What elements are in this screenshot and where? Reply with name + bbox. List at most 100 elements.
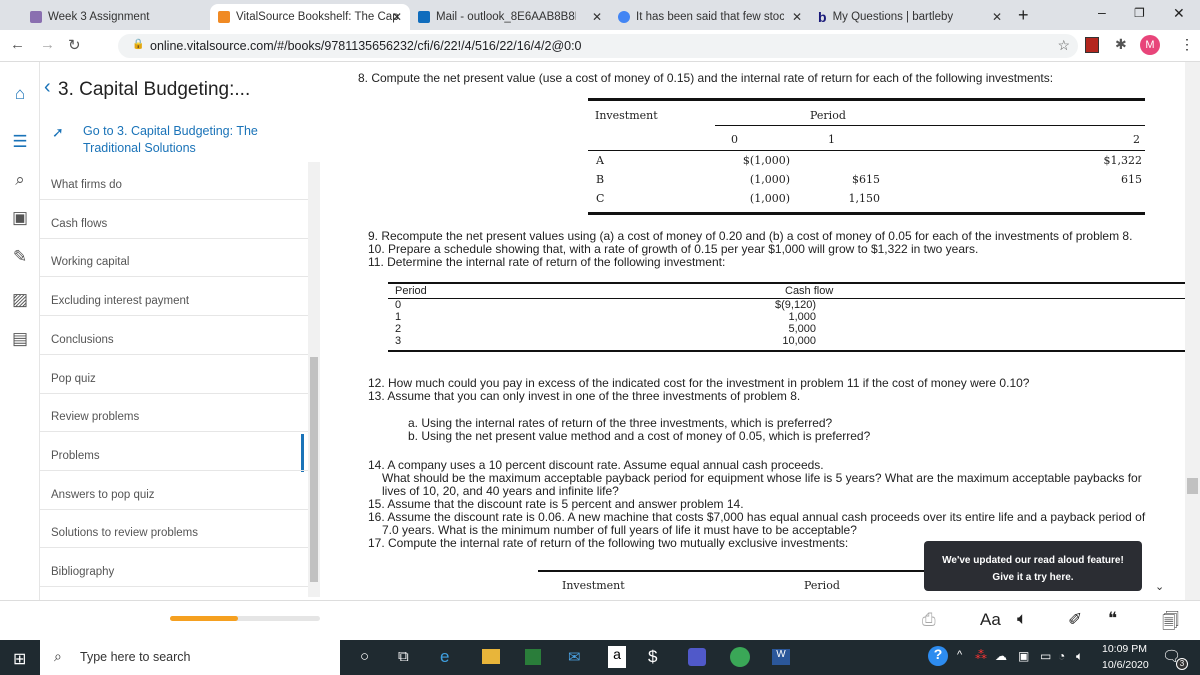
amazon-icon[interactable]: a bbox=[608, 646, 626, 668]
extensions-puzzle-icon[interactable]: ✱ bbox=[1115, 36, 1127, 53]
image-icon[interactable]: ▨ bbox=[10, 290, 30, 310]
clock-time[interactable]: 10:09 PM bbox=[1102, 643, 1147, 655]
tab-favicon-icon bbox=[618, 11, 630, 23]
period-header: 1 bbox=[828, 133, 835, 146]
reload-icon[interactable]: ↻ bbox=[68, 36, 81, 54]
share-link-icon[interactable]: 🗐︎ bbox=[1162, 609, 1179, 638]
tab-title: Week 3 Assignment bbox=[48, 11, 150, 23]
content-scrollbar[interactable] bbox=[1185, 62, 1200, 600]
citation-quote-icon[interactable]: ❝ bbox=[1108, 609, 1117, 629]
table-cell: 615 bbox=[1121, 173, 1142, 186]
sidebar-scrollbar[interactable] bbox=[308, 162, 320, 597]
tab-vitalsource[interactable]: VitalSource Bookshelf: The Cap ✕ bbox=[210, 4, 410, 30]
store-icon[interactable] bbox=[525, 649, 541, 665]
toc-item[interactable]: Bibliography bbox=[51, 566, 114, 578]
home-icon[interactable]: ⌂ bbox=[10, 84, 30, 104]
restore-icon[interactable]: ❐ bbox=[1134, 6, 1145, 20]
back-icon[interactable]: ← bbox=[10, 36, 25, 53]
windows-taskbar: ⊞ ⌕ Type here to search ○ ⧉ e ✉ a $ W ? ^… bbox=[0, 640, 1200, 675]
toc-item[interactable]: Solutions to review problems bbox=[51, 527, 198, 539]
close-tab-icon[interactable]: ✕ bbox=[392, 10, 402, 24]
taskbar-search-input[interactable]: ⌕ Type here to search bbox=[40, 640, 340, 675]
divider bbox=[40, 353, 308, 355]
period-header: 0 bbox=[731, 133, 738, 146]
toc-item[interactable]: Excluding interest payment bbox=[51, 295, 189, 307]
close-tab-icon[interactable]: ✕ bbox=[592, 10, 602, 24]
tab-title: It has been said that few stock bbox=[636, 11, 784, 23]
file-explorer-icon[interactable] bbox=[482, 649, 500, 664]
table-cell: $615 bbox=[852, 173, 880, 186]
chrome-icon[interactable] bbox=[730, 647, 750, 667]
bookmark-icon[interactable]: ▣ bbox=[10, 208, 30, 228]
minimize-icon[interactable]: – bbox=[1098, 4, 1106, 20]
divider bbox=[40, 237, 308, 239]
toc-list-icon[interactable]: ☰ bbox=[10, 132, 30, 152]
close-window-icon[interactable]: ✕ bbox=[1173, 5, 1185, 22]
cortana-icon[interactable]: ○ bbox=[360, 648, 369, 665]
task-view-icon[interactable]: ⧉ bbox=[398, 648, 409, 665]
divider bbox=[40, 508, 308, 510]
problem-11: 11. Determine the internal rate of retur… bbox=[368, 255, 726, 269]
goto-arrow-icon: ➚ bbox=[52, 124, 64, 140]
tab-google[interactable]: It has been said that few stock ✕ bbox=[610, 4, 810, 30]
help-icon[interactable]: ? bbox=[928, 646, 948, 666]
lock-icon: 🔒 bbox=[132, 39, 145, 50]
url-field[interactable]: 🔒 online.vitalsource.com/#/books/97811356… bbox=[118, 34, 1078, 58]
search-icon[interactable]: ⌕ bbox=[10, 170, 30, 190]
highlighter-icon[interactable]: ✐ bbox=[1068, 610, 1082, 630]
toc-item[interactable]: Review problems bbox=[51, 411, 139, 423]
battery-icon[interactable]: ▭ bbox=[1040, 649, 1051, 663]
profile-avatar[interactable]: M bbox=[1140, 35, 1160, 55]
volume-icon[interactable]: 🔈︎ bbox=[1076, 649, 1083, 664]
reading-progress-bar[interactable] bbox=[170, 616, 320, 621]
table-cell: (1,000) bbox=[749, 192, 790, 205]
tray-display-icon[interactable]: ▣ bbox=[1018, 649, 1029, 663]
toc-item[interactable]: What firms do bbox=[51, 179, 122, 191]
goto-chapter-link[interactable]: Go to 3. Capital Budgeting: The Traditio… bbox=[83, 123, 293, 157]
pdf-extension-icon[interactable] bbox=[1085, 37, 1099, 53]
toc-item[interactable]: Cash flows bbox=[51, 218, 107, 230]
edge-icon[interactable]: e bbox=[440, 647, 449, 667]
chevron-down-icon[interactable]: ⌄ bbox=[1155, 580, 1164, 593]
divider bbox=[40, 469, 308, 471]
back-chevron-icon[interactable]: ‹ bbox=[44, 76, 51, 99]
close-tab-icon[interactable]: ✕ bbox=[992, 10, 1002, 24]
forward-icon[interactable]: → bbox=[40, 36, 55, 53]
highlights-icon[interactable]: ✎ bbox=[10, 247, 30, 267]
wifi-icon[interactable]: ◔ bbox=[1058, 649, 1065, 663]
toc-sidebar: ‹ 3. Capital Budgeting:... ➚ Go to 3. Ca… bbox=[40, 62, 320, 600]
col-period: Period bbox=[804, 579, 840, 592]
problem-13b: b. Using the net present value method an… bbox=[408, 429, 871, 443]
tray-chevron-icon[interactable]: ^ bbox=[957, 649, 962, 661]
toc-item[interactable]: Pop quiz bbox=[51, 373, 96, 385]
tray-app-icon[interactable]: ⁂ bbox=[975, 648, 987, 662]
print-icon[interactable]: ⎙ bbox=[922, 610, 936, 630]
url-text: online.vitalsource.com/#/books/978113565… bbox=[150, 39, 582, 53]
read-aloud-speaker-icon[interactable]: 🔈︎ bbox=[1017, 609, 1027, 629]
tab-week3[interactable]: Week 3 Assignment✕ bbox=[22, 4, 227, 30]
tab-bartleby[interactable]: b My Questions | bartleby ✕ bbox=[810, 4, 1010, 30]
app-icon[interactable]: $ bbox=[648, 647, 657, 667]
toc-item[interactable]: Working capital bbox=[51, 256, 129, 268]
toc-item[interactable]: Problems bbox=[51, 450, 100, 462]
tab-mail[interactable]: Mail - outlook_8E6AAB8B8EB6 ✕ bbox=[410, 4, 610, 30]
divider bbox=[40, 392, 308, 394]
tab-favicon-icon: b bbox=[818, 9, 827, 25]
toc-item[interactable]: Conclusions bbox=[51, 334, 114, 346]
new-tab-icon[interactable]: + bbox=[1018, 5, 1029, 26]
bookmark-star-icon[interactable]: ☆ bbox=[1057, 37, 1070, 54]
windows-start-icon[interactable]: ⊞ bbox=[13, 649, 26, 669]
divider bbox=[40, 315, 308, 317]
teams-icon[interactable] bbox=[688, 648, 706, 666]
onedrive-icon[interactable]: ☁ bbox=[995, 649, 1007, 663]
flashcards-icon[interactable]: ▤ bbox=[10, 329, 30, 349]
clock-date[interactable]: 10/6/2020 bbox=[1102, 659, 1149, 671]
close-tab-icon[interactable]: ✕ bbox=[792, 10, 802, 24]
word-icon[interactable]: W bbox=[772, 649, 790, 665]
problem-13: 13. Assume that you can only invest in o… bbox=[368, 389, 801, 403]
mail-icon[interactable]: ✉ bbox=[568, 648, 581, 666]
font-settings-button[interactable]: Aa bbox=[980, 610, 1001, 630]
menu-kebab-icon[interactable]: ⋮ bbox=[1180, 36, 1194, 53]
toc-item[interactable]: Answers to pop quiz bbox=[51, 489, 155, 501]
table-cell: 3 bbox=[395, 335, 402, 347]
